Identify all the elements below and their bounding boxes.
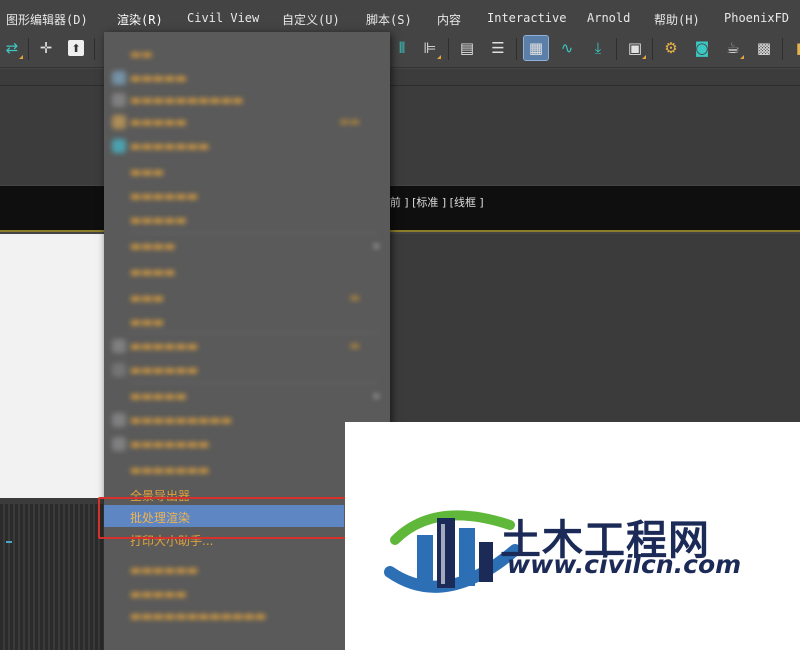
layer-list-icon[interactable]: ▤ bbox=[455, 36, 479, 60]
upload-icon[interactable]: ⬆ bbox=[64, 36, 88, 60]
viewport-label[interactable]: [ 前 ] [标准 ] [线框 ] bbox=[382, 194, 484, 210]
timeline-marker bbox=[6, 541, 12, 543]
menu-rendering[interactable]: 渲染(R) bbox=[117, 11, 163, 28]
menu-civil-view[interactable]: Civil View bbox=[187, 11, 259, 25]
menubar: 图形编辑器(D) 渲染(R) Civil View 自定义(U) 脚本(S) 内… bbox=[0, 0, 800, 32]
watermark: 土木工程网 www.civilcn.com bbox=[345, 422, 800, 650]
menu-phoenixfd[interactable]: PhoenixFD bbox=[724, 11, 789, 25]
curve-editor-icon[interactable]: ∿ bbox=[555, 36, 579, 60]
rendered-frame-icon[interactable]: ◙ bbox=[690, 36, 714, 60]
watermark-url: www.civilcn.com bbox=[507, 550, 742, 579]
ribbon-toggle-icon[interactable]: ▦ bbox=[523, 35, 549, 61]
render-iterative-icon[interactable]: ▮ bbox=[788, 36, 800, 60]
link-icon[interactable]: ⇄ bbox=[0, 36, 24, 60]
menu-graph-editors[interactable]: 图形编辑器(D) bbox=[6, 11, 88, 28]
mirror-icon[interactable]: ⫴ bbox=[390, 36, 414, 60]
stack-icon[interactable]: ☰ bbox=[486, 36, 510, 60]
move-icon[interactable]: ✛ bbox=[34, 36, 58, 60]
material-editor-icon[interactable]: ▣ bbox=[623, 36, 647, 60]
menu-customize[interactable]: 自定义(U) bbox=[282, 11, 340, 28]
grid-icon[interactable]: ▩ bbox=[752, 36, 776, 60]
render-setup-icon[interactable]: ⚙ bbox=[659, 36, 683, 60]
menu-interactive[interactable]: Interactive bbox=[487, 11, 566, 25]
menu-help[interactable]: 帮助(H) bbox=[654, 11, 700, 28]
menu-content[interactable]: 内容 bbox=[437, 11, 461, 28]
viewport-left-panel bbox=[0, 234, 106, 498]
render-teapot-icon[interactable]: ☕ bbox=[721, 36, 745, 60]
app-window: 图形编辑器(D) 渲染(R) Civil View 自定义(U) 脚本(S) 内… bbox=[0, 0, 800, 650]
highlight-annotation-box bbox=[98, 497, 350, 539]
menu-scripting[interactable]: 脚本(S) bbox=[366, 11, 412, 28]
menu-arnold[interactable]: Arnold bbox=[587, 11, 630, 25]
schematic-icon[interactable]: ⤓ bbox=[586, 36, 610, 60]
align-icon[interactable]: ⊫ bbox=[418, 36, 442, 60]
